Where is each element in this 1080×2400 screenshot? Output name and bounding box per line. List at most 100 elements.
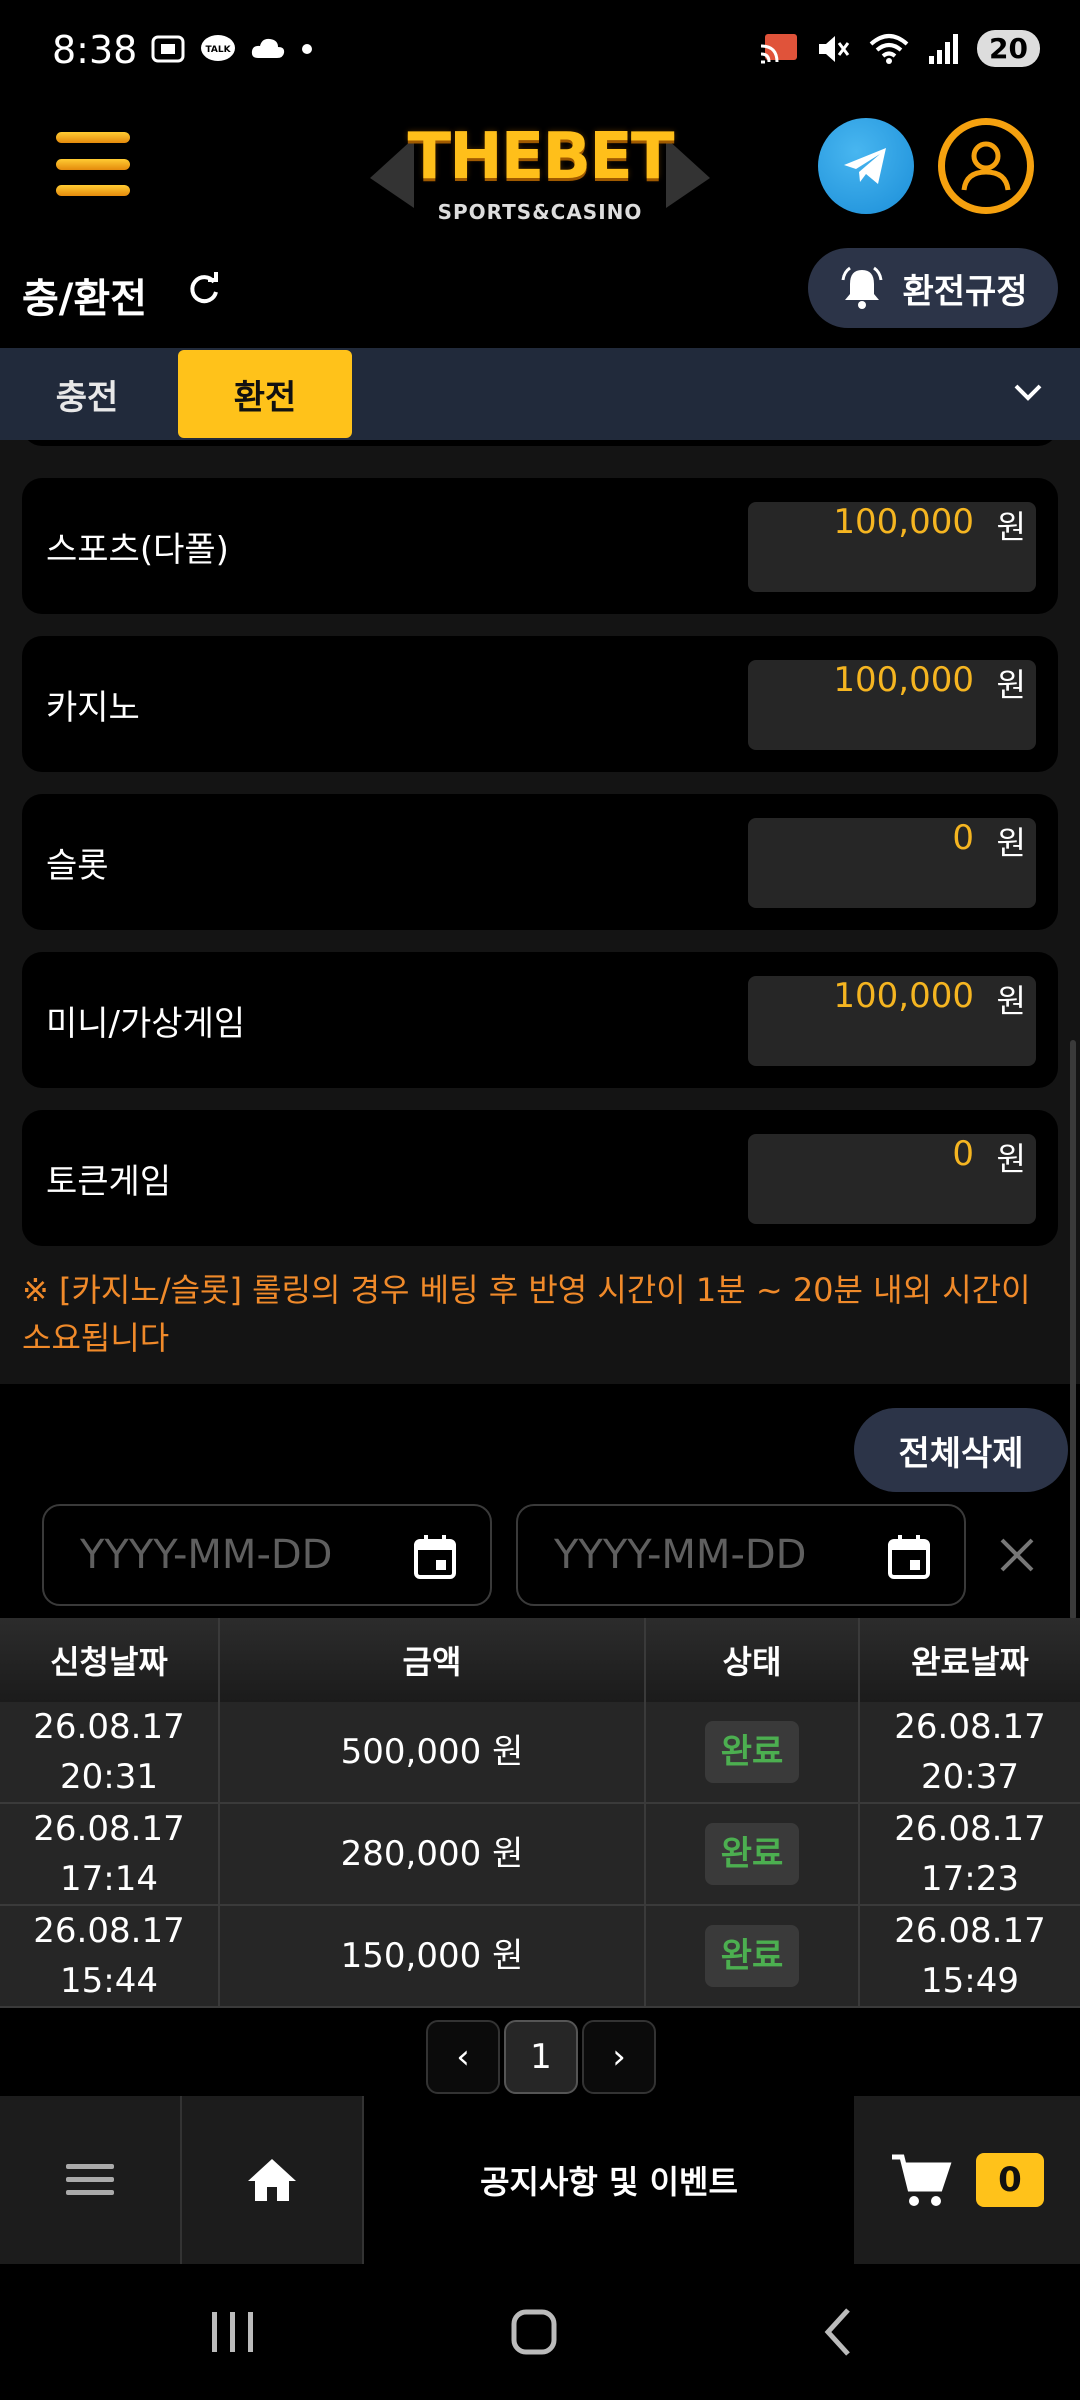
bottom-home-button[interactable] (182, 2096, 364, 2264)
rolling-value: 0 (952, 818, 974, 858)
brand-logo[interactable]: THEBET SPORTS&CASINO (370, 110, 710, 224)
card-partial (22, 440, 1058, 446)
rolling-unit: 원 (996, 666, 1026, 704)
column-header: 신청날짜 (0, 1618, 220, 1702)
rolling-label: 카지노 (46, 688, 140, 728)
pagination-next-button[interactable]: › (582, 2020, 656, 2094)
profile-button[interactable] (938, 118, 1034, 214)
rolling-card-sports: 스포츠(다폴) 100,000 원 (22, 478, 1058, 614)
bell-icon (841, 266, 883, 309)
complete-date-cell: 26.08.17 17:23 (860, 1804, 1080, 1904)
tab-exchange[interactable]: 환전 (178, 350, 352, 438)
status-badge: 완료 (704, 1823, 800, 1885)
history-table: 신청날짜 금액 상태 완료날짜 26.08.17 20:31 500,000 원… (0, 1618, 1080, 2008)
column-header: 상태 (646, 1618, 860, 1702)
status-cell: 완료 (646, 1702, 860, 1802)
rolling-value-box (748, 1134, 1036, 1224)
dot-icon (302, 44, 312, 54)
request-date-cell: 26.08.17 15:44 (0, 1906, 220, 2006)
pagination-prev-button[interactable]: ‹ (426, 2020, 500, 2094)
system-nav-bar (0, 2264, 1080, 2400)
bottom-nav: 공지사항 및 이벤트 0 (0, 2096, 1080, 2264)
back-icon[interactable] (818, 2304, 858, 2360)
rolling-value: 100,000 (833, 660, 974, 700)
notice-event-button[interactable]: 공지사항 및 이벤트 (364, 2096, 854, 2264)
telegram-icon (844, 148, 886, 184)
request-time: 15:44 (60, 1961, 158, 2001)
screenshot-icon (151, 35, 185, 63)
request-date: 26.08.17 (33, 1809, 185, 1849)
rolling-unit: 원 (996, 982, 1026, 1020)
rolling-label: 토큰게임 (46, 1162, 172, 1202)
tab-charge[interactable]: 충전 (30, 348, 144, 440)
recents-icon[interactable] (208, 2304, 258, 2360)
request-date-cell: 26.08.17 20:31 (0, 1702, 220, 1802)
exchange-rules-button[interactable]: 환전규정 (808, 248, 1058, 328)
rolling-value: 0 (952, 1134, 974, 1174)
scrollbar[interactable] (1070, 1040, 1076, 1620)
rolling-section: 스포츠(다폴) 100,000 원 카지노 100,000 원 슬롯 0 원 미… (0, 440, 1080, 1384)
logo-title: THEBET (407, 120, 674, 194)
complete-date: 26.08.17 (894, 1911, 1046, 1951)
date-to-field[interactable] (516, 1504, 966, 1606)
complete-time: 17:23 (921, 1859, 1019, 1899)
clear-all-button[interactable]: 전체삭제 (854, 1408, 1068, 1492)
request-date-cell: 26.08.17 17:14 (0, 1804, 220, 1904)
telegram-button[interactable] (818, 118, 914, 214)
rolling-value-box (748, 818, 1036, 908)
rolling-card-token: 토큰게임 0 원 (22, 1110, 1058, 1246)
svg-text:TALK: TALK (205, 45, 231, 55)
column-header: 완료날짜 (911, 1643, 1029, 1681)
menu-bar (56, 185, 130, 196)
amount-cell: 280,000 원 (220, 1804, 646, 1904)
rolling-notice: ※ [카지노/슬롯] 롤링의 경우 베팅 후 반영 시간이 1분 ~ 20분 내… (22, 1271, 1031, 1357)
status-cell: 완료 (646, 1906, 860, 2006)
rolling-card-slot: 슬롯 0 원 (22, 794, 1058, 930)
home-icon (248, 2159, 296, 2201)
status-badge: 완료 (704, 1721, 800, 1783)
rolling-unit: 원 (996, 1140, 1026, 1178)
calendar-icon[interactable] (884, 1532, 934, 1582)
user-icon (961, 141, 1011, 191)
close-icon[interactable] (992, 1530, 1042, 1580)
cart-count-badge: 0 (976, 2153, 1044, 2207)
date-from-field[interactable] (42, 1504, 492, 1606)
status-left-icons: TALK (150, 34, 314, 64)
amount-cell: 500,000 원 (220, 1702, 646, 1802)
chevron-down-icon[interactable] (1006, 370, 1050, 414)
request-time: 17:14 (60, 1859, 158, 1899)
exchange-rules-label: 환전규정 (902, 271, 1028, 312)
pagination-page-1[interactable]: 1 (504, 2020, 578, 2094)
refresh-icon[interactable] (186, 270, 222, 306)
tab-bar: 충전 환전 (0, 348, 1080, 440)
rolling-unit: 원 (996, 824, 1026, 862)
request-date: 26.08.17 (33, 1707, 185, 1747)
menu-bar (56, 132, 130, 143)
rolling-value: 100,000 (833, 976, 974, 1016)
pagination: ‹ 1 › (426, 2020, 656, 2094)
complete-date: 26.08.17 (894, 1809, 1046, 1849)
table-row: 26.08.17 17:14 280,000 원 완료 26.08.17 17:… (0, 1804, 1080, 1906)
hamburger-menu-button[interactable] (56, 132, 130, 196)
bottom-menu-button[interactable] (0, 2096, 182, 2264)
page-title: 충/환전 (22, 276, 148, 322)
menu-icon (66, 2164, 114, 2195)
request-date: 26.08.17 (33, 1911, 185, 1951)
rolling-label: 미니/가상게임 (46, 1004, 246, 1044)
request-time: 20:31 (60, 1757, 158, 1797)
signal-icon (929, 33, 959, 64)
calendar-icon[interactable] (410, 1532, 460, 1582)
date-from-input[interactable] (80, 1532, 380, 1578)
rolling-label: 스포츠(다폴) (46, 530, 229, 570)
complete-time: 20:37 (921, 1757, 1019, 1797)
cart-button[interactable]: 0 (854, 2096, 1080, 2264)
status-right-icons: 20 (759, 30, 1040, 67)
complete-date-cell: 26.08.17 20:37 (860, 1702, 1080, 1802)
complete-time: 15:49 (921, 1961, 1019, 2001)
mute-icon (819, 35, 850, 62)
home-nav-icon[interactable] (510, 2304, 560, 2360)
rolling-card-mini: 미니/가상게임 100,000 원 (22, 952, 1058, 1088)
app-header: THEBET SPORTS&CASINO (0, 92, 1080, 242)
logo-subtitle: SPORTS&CASINO (437, 200, 643, 224)
date-to-input[interactable] (554, 1532, 854, 1578)
